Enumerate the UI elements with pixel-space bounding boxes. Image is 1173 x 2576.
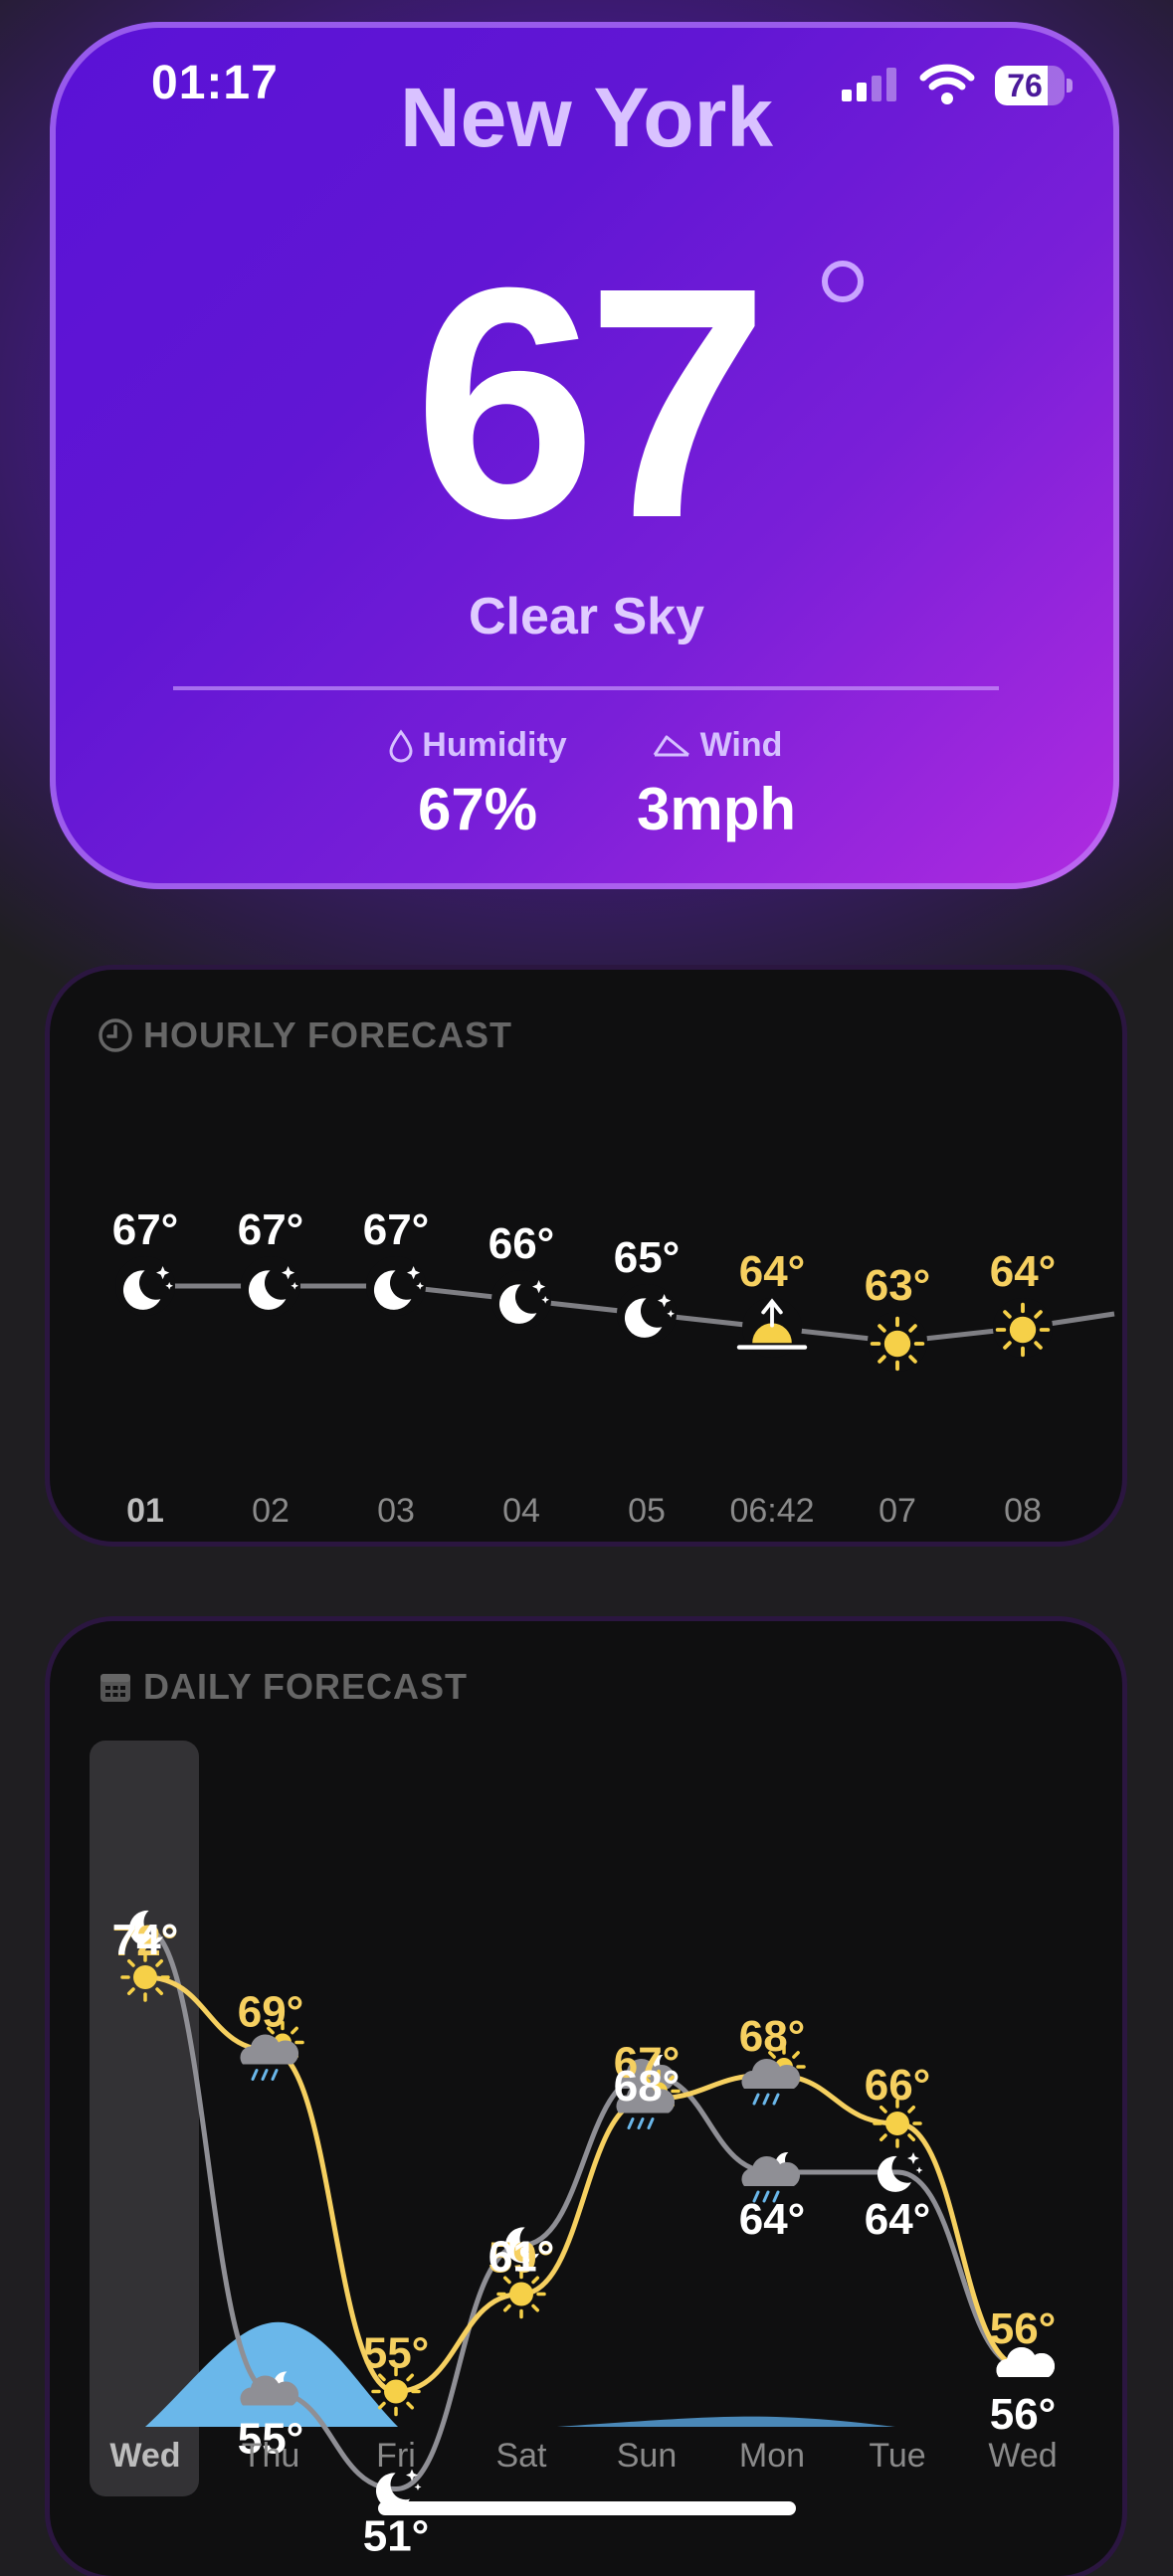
hourly-temp-label: 66° [489,1219,555,1268]
wind-metric: Wind 3mph [617,726,816,843]
humidity-metric: Humidity 67% [358,726,597,843]
degree-symbol [822,261,864,302]
daily-high-label: 68° [739,2012,806,2061]
daily-low-label: 61° [489,2233,555,2282]
daily-chart: 72°74°69°55°55°51°59°61°67°68°68°64°66°6… [112,1910,1057,2561]
wind-label: Wind [699,726,783,764]
daily-low-label: 74° [112,1916,179,1964]
condition-text: Clear Sky [468,588,705,645]
daily-day-label: Thu [241,2437,300,2475]
daily-low-label: 64° [865,2195,931,2244]
daily-high-label: 69° [238,1988,304,2037]
hourly-temp-label: 67° [363,1205,430,1254]
daily-day-label: Wed [988,2437,1058,2475]
droplet-icon [389,729,413,762]
daily-high-label: 66° [865,2061,931,2110]
daily-low-label: 68° [614,2062,681,2111]
daily-high-label: 56° [990,2304,1057,2353]
humidity-value: 67% [417,776,538,842]
home-indicator[interactable] [378,2501,796,2515]
hourly-time-label: 07 [879,1492,916,1530]
hourly-time-label: 08 [1004,1492,1042,1530]
divider [173,686,999,690]
hourly-time-label: 05 [628,1492,666,1530]
humidity-label: Humidity [422,726,567,764]
hourly-temp-label: 65° [614,1233,681,1282]
daily-low-label: 56° [990,2390,1057,2439]
daily-day-label: Mon [738,2437,806,2475]
hourly-temp-label: 64° [990,1247,1057,1296]
hourly-time-label: 01 [126,1492,164,1530]
wind-icon [653,735,689,756]
hourly-time-label: 03 [377,1492,415,1530]
cellular-signal-icon [842,68,896,101]
hourly-time-label: 02 [252,1492,290,1530]
hourly-temp-label: 67° [238,1205,304,1254]
daily-high-label: 55° [363,2329,430,2378]
daily-day-label: Sat [495,2437,547,2475]
current-temperature: 67 [413,219,769,586]
hourly-time-label: 06:42 [729,1492,815,1530]
precipitation-area [557,2416,895,2427]
daily-day-label: Fri [376,2437,416,2475]
status-bar: 01:17 76 [0,56,1173,115]
wind-value: 3mph [636,776,797,842]
status-time: 01:17 [151,57,279,109]
daily-day-label: Tue [869,2437,926,2475]
cloud-moon-rain-icon [741,2151,801,2203]
daily-day-label: Sun [616,2437,678,2475]
battery-level: 76 [1007,68,1043,103]
wifi-icon [919,64,975,104]
daily-low-label: 51° [363,2512,430,2561]
hourly-temp-label: 67° [112,1205,179,1254]
hourly-chart: 67° 67° 67° 66° 65° 64° 63° 64° [112,1205,1115,1372]
hourly-temp-label: 64° [739,1247,806,1296]
hourly-temp-label: 63° [865,1261,931,1310]
daily-day-label: Wed [109,2437,181,2475]
daily-low-label: 64° [739,2195,806,2244]
hourly-time-label: 04 [502,1492,540,1530]
battery-icon: 76 [995,66,1073,105]
